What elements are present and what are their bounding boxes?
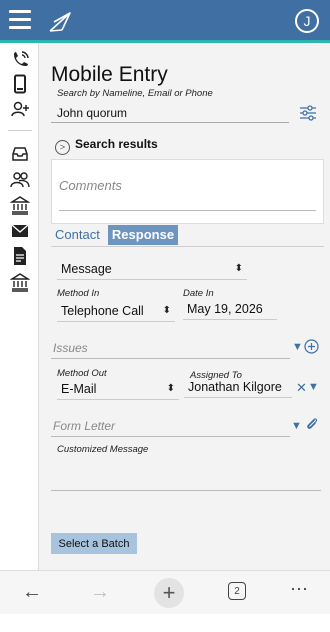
menu-icon[interactable] (9, 10, 31, 30)
users-icon[interactable] (10, 170, 30, 190)
message-type-value: Message (61, 262, 112, 276)
updown-chevron-icon: ⬍ (234, 263, 243, 274)
add-user-icon[interactable] (10, 99, 30, 119)
customized-message-label: Customized Message (57, 444, 149, 455)
issues-underline (51, 358, 290, 359)
form-letter-underline (51, 436, 290, 437)
page-title: Mobile Entry (51, 63, 168, 86)
mail-icon[interactable] (10, 221, 30, 241)
dropdown-arrow-icon-3[interactable]: ▼ (291, 420, 302, 432)
chevron-right-icon: > (55, 140, 70, 155)
mobile-icon[interactable] (10, 74, 30, 94)
dropdown-arrow-icon-2[interactable]: ▼ (308, 381, 319, 393)
date-in-field[interactable]: May 19, 2026 (183, 298, 277, 320)
dropdown-arrow-icon[interactable]: ▼ (292, 341, 303, 353)
logo-icon (49, 12, 71, 32)
search-results-label: Search results (75, 137, 158, 151)
new-tab-plus-icon[interactable]: + (154, 578, 184, 608)
phone-icon[interactable] (10, 50, 30, 70)
tab-contact[interactable]: Contact (55, 227, 100, 242)
clear-x-icon[interactable]: ✕ (296, 380, 307, 396)
institution-icon[interactable] (10, 195, 30, 215)
search-results-toggle[interactable]: > Search results (55, 137, 158, 155)
sidebar-divider (8, 130, 32, 131)
top-bar: J (0, 0, 330, 43)
search-input[interactable]: John quorum (51, 103, 289, 123)
back-arrow-icon[interactable]: ← (22, 581, 42, 604)
comments-placeholder: Comments (59, 178, 122, 193)
customized-message-underline[interactable] (51, 490, 321, 491)
tab-response[interactable]: Response (108, 225, 178, 245)
add-circle-icon[interactable] (304, 339, 319, 354)
tab-divider (51, 246, 324, 247)
select-batch-button[interactable]: Select a Batch (51, 533, 137, 554)
more-dots-icon[interactable]: ⋯ (290, 579, 308, 600)
method-in-select[interactable]: Telephone Call ⬍ (57, 300, 175, 322)
assigned-to-value: Jonathan Kilgore (188, 380, 282, 394)
assigned-to-field[interactable]: Jonathan Kilgore (184, 376, 292, 398)
comments-field[interactable]: Comments (51, 159, 324, 224)
updown-chevron-icon: ⬍ (162, 305, 171, 316)
method-out-value: E-Mail (61, 382, 97, 396)
method-in-value: Telephone Call (61, 304, 144, 318)
browser-toolbar: ← → + 2 ⋯ (0, 570, 330, 614)
updown-chevron-icon: ⬍ (166, 383, 175, 394)
user-avatar[interactable]: J (295, 9, 319, 33)
document-icon[interactable] (10, 246, 30, 266)
forward-arrow-icon[interactable]: → (90, 581, 110, 604)
method-out-select[interactable]: E-Mail ⬍ (57, 378, 179, 400)
form-letter-placeholder[interactable]: Form Letter (53, 419, 115, 433)
search-label: Search by Nameline, Email or Phone (57, 88, 213, 99)
comments-underline (59, 210, 316, 211)
paperclip-icon[interactable] (305, 417, 319, 431)
method-in-label: Method In (57, 288, 100, 299)
inbox-icon[interactable] (10, 144, 30, 164)
filter-sliders-icon[interactable] (299, 104, 317, 122)
message-type-select[interactable]: Message ⬍ (57, 258, 247, 280)
institution-icon-2[interactable] (10, 272, 30, 292)
tab-count-badge[interactable]: 2 (228, 582, 246, 600)
bottom-strip (0, 614, 330, 632)
issues-placeholder[interactable]: Issues (53, 341, 88, 355)
sidebar (0, 43, 39, 570)
date-in-value: May 19, 2026 (187, 302, 263, 316)
